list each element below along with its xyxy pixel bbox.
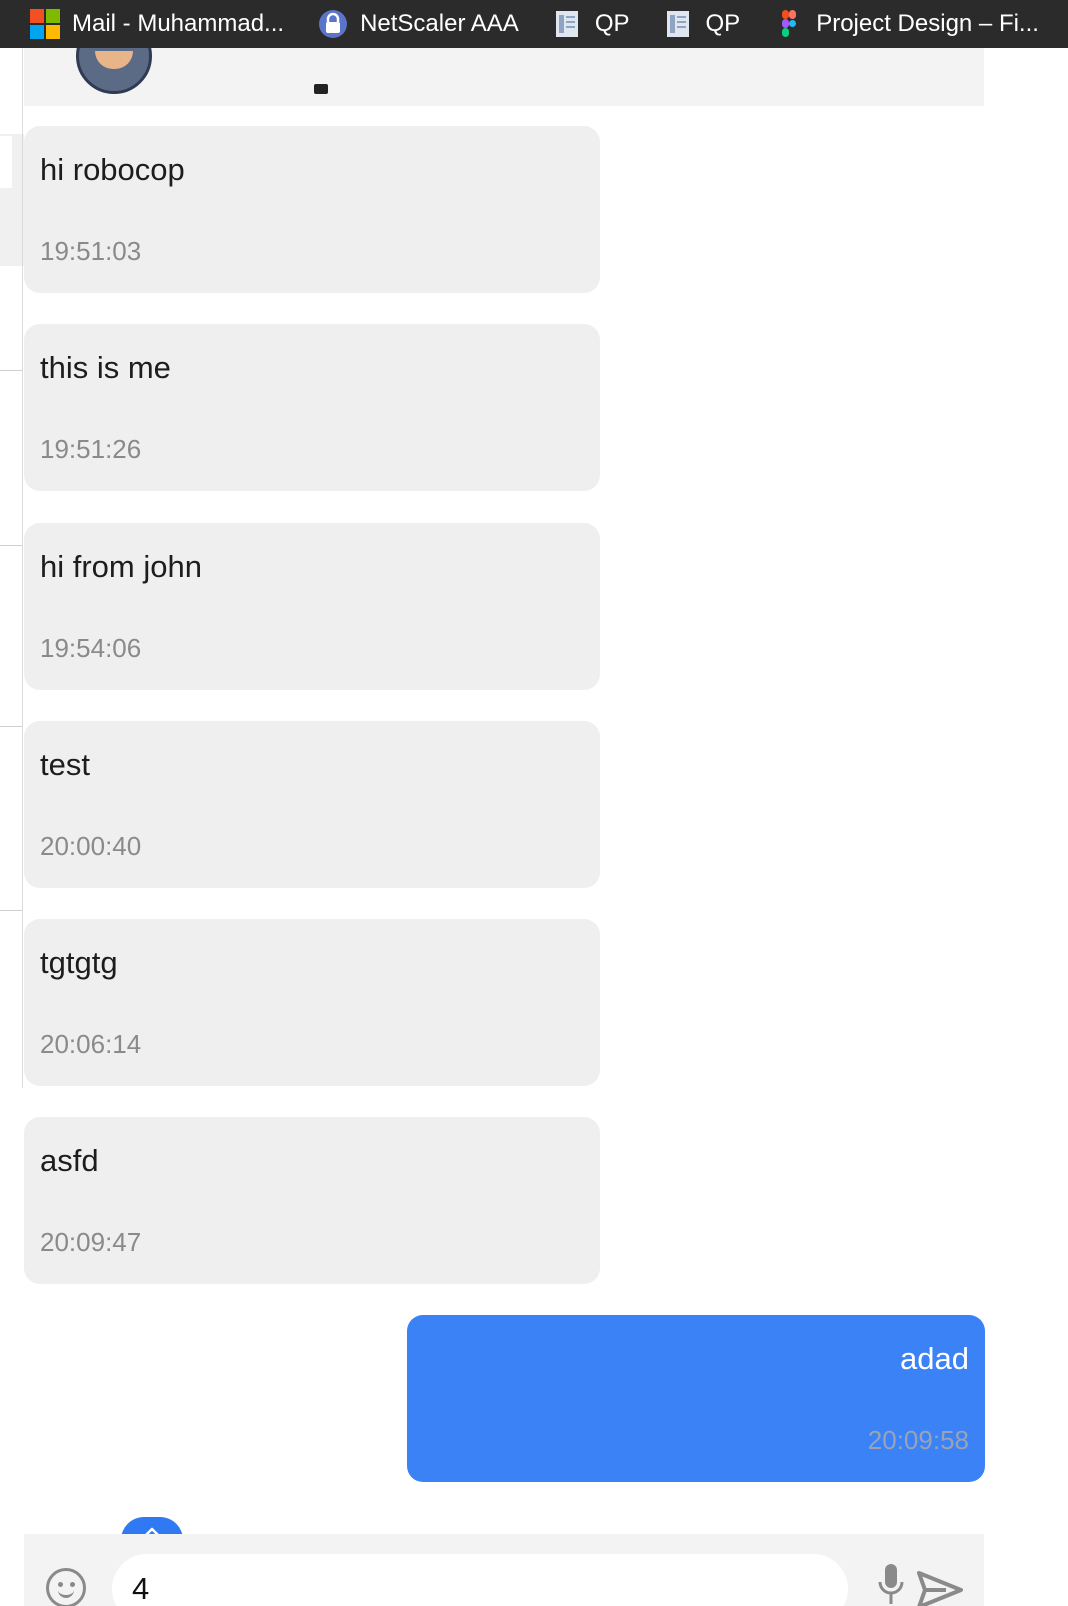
message-text: hi from john bbox=[40, 549, 202, 584]
message-bubble: test 20:00:40 bbox=[24, 721, 600, 888]
message-text: test bbox=[40, 747, 90, 782]
message-text: this is me bbox=[40, 350, 171, 385]
message-time: 19:54:06 bbox=[40, 633, 142, 663]
message-time: 20:09:47 bbox=[40, 1227, 142, 1257]
chat-header bbox=[24, 48, 984, 106]
message-bubble: hi from john 19:54:06 bbox=[24, 523, 600, 690]
avatar-face bbox=[95, 51, 133, 69]
message-text: hi robocop bbox=[40, 152, 185, 187]
contact-name-fragment bbox=[314, 84, 328, 94]
lock-icon bbox=[319, 10, 348, 38]
message-time: 20:09:58 bbox=[867, 1425, 969, 1455]
message-text: asfd bbox=[40, 1143, 99, 1178]
emoji-button[interactable] bbox=[46, 1568, 86, 1606]
emoji-icon-mouth bbox=[58, 1589, 74, 1598]
sidebar-fragment bbox=[0, 48, 24, 1088]
microsoft-icon bbox=[30, 9, 60, 39]
document-icon bbox=[555, 11, 578, 37]
sidebar-border bbox=[22, 48, 23, 1088]
figma-icon bbox=[782, 10, 797, 37]
bookmark-label: Mail - Muhammad... bbox=[72, 10, 285, 37]
message-time: 19:51:03 bbox=[40, 236, 142, 266]
message-text: adad bbox=[900, 1341, 969, 1376]
message-text: tgtgtg bbox=[40, 945, 118, 980]
sidebar-divider bbox=[0, 910, 22, 911]
document-icon bbox=[666, 11, 689, 37]
bookmarks-bar: Mail - Muhammad... NetScaler AAA QP QP P… bbox=[0, 0, 1068, 48]
bookmark-label: QP bbox=[594, 10, 630, 37]
bookmark-qp-2[interactable]: QP bbox=[664, 9, 741, 39]
message-composer bbox=[24, 1534, 984, 1606]
avatar[interactable] bbox=[76, 48, 152, 94]
sidebar-divider bbox=[0, 370, 22, 371]
sidebar-divider bbox=[0, 545, 22, 546]
message-time: 20:06:14 bbox=[40, 1029, 142, 1059]
bookmark-netscaler[interactable]: NetScaler AAA bbox=[318, 9, 519, 39]
message-time: 20:00:40 bbox=[40, 831, 142, 861]
bookmark-label: QP bbox=[705, 10, 741, 37]
emoji-icon bbox=[58, 1582, 63, 1587]
sidebar-item-highlight bbox=[0, 136, 12, 188]
message-bubble: asfd 20:09:47 bbox=[24, 1117, 600, 1284]
bookmark-label: NetScaler AAA bbox=[360, 10, 519, 37]
bookmark-label: Project Design – Fi... bbox=[816, 10, 1039, 37]
message-input[interactable] bbox=[112, 1554, 848, 1606]
microphone-icon[interactable] bbox=[876, 1564, 906, 1606]
send-icon[interactable] bbox=[916, 1570, 964, 1606]
bookmark-qp-1[interactable]: QP bbox=[553, 9, 630, 39]
sidebar-divider bbox=[0, 726, 22, 727]
message-bubble: hi robocop 19:51:03 bbox=[24, 126, 600, 293]
emoji-icon-eye bbox=[70, 1582, 75, 1587]
message-bubble: tgtgtg 20:06:14 bbox=[24, 919, 600, 1086]
message-bubble-sent: adad 20:09:58 bbox=[407, 1315, 985, 1482]
message-bubble: this is me 19:51:26 bbox=[24, 324, 600, 491]
bookmark-mail[interactable]: Mail - Muhammad... bbox=[30, 9, 284, 39]
message-time: 19:51:26 bbox=[40, 434, 142, 464]
bookmark-project-design[interactable]: Project Design – Fi... bbox=[774, 9, 1039, 39]
